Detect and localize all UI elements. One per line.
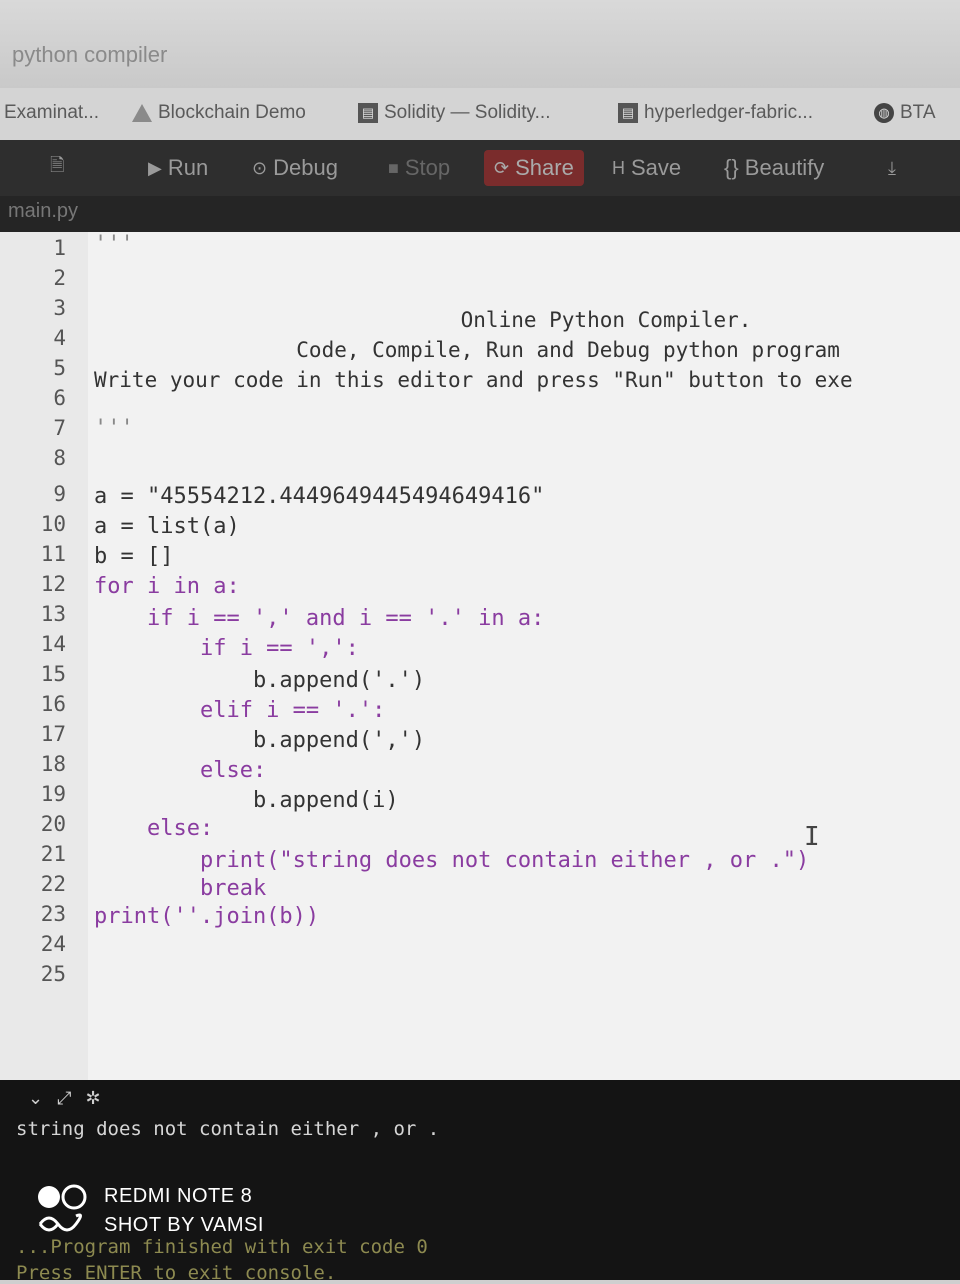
save-button[interactable]: H Save	[612, 150, 681, 186]
chevron-down-icon[interactable]: ⌄	[28, 1088, 43, 1109]
line-number: 21	[40, 842, 66, 866]
code-editor[interactable]: 1 2 3 4 5 6 7 8 9 10 11 12 13 14 15 16 1…	[0, 232, 960, 1080]
compiler-toolbar: 🗎 ▶ Run ⊙ Debug ■ Stop ⟳ Share H Save {}…	[0, 140, 960, 196]
line-number: 2	[53, 266, 66, 290]
code-line: b.append('.')	[94, 668, 426, 693]
line-number-gutter: 1 2 3 4 5 6 7 8 9 10 11 12 13 14 15 16 1…	[0, 232, 88, 1080]
code-line: if i == ',' and i == '.' in a:	[94, 606, 545, 631]
save-label: Save	[631, 155, 682, 180]
play-icon: ▶	[148, 157, 162, 178]
file-button[interactable]: 🗎	[50, 150, 64, 186]
run-label: Run	[167, 155, 209, 180]
console-output-text: string does not contain either , or .	[16, 1118, 440, 1140]
code-line: Write your code in this editor and press…	[94, 368, 853, 392]
text-cursor-icon: I	[804, 822, 820, 852]
line-number: 17	[40, 722, 66, 746]
debug-icon: ⊙	[252, 157, 268, 178]
globe-icon: ◍	[874, 103, 894, 123]
share-button[interactable]: ⟳ Share	[484, 150, 584, 186]
file-tab-main-py[interactable]: main.py	[8, 200, 78, 223]
code-line: '''	[94, 232, 134, 257]
line-number: 19	[40, 782, 66, 806]
line-number: 5	[53, 356, 66, 380]
code-line: else:	[94, 816, 214, 841]
line-number: 11	[40, 542, 66, 566]
stop-label: Stop	[404, 155, 451, 180]
settings-icon[interactable]: ✲	[86, 1088, 101, 1109]
line-number: 15	[40, 662, 66, 686]
share-icon: ⟳	[494, 157, 510, 178]
triangle-icon	[132, 104, 152, 122]
browser-tab-title[interactable]: python compiler	[12, 42, 167, 68]
line-number: 8	[53, 446, 66, 470]
browser-title-bar: python compiler	[0, 0, 960, 88]
code-line: print(''.join(b))	[94, 904, 320, 929]
output-console[interactable]: ⌄ ⤢ ✲ string does not contain either , o…	[0, 1080, 960, 1284]
code-line: for i in a:	[94, 574, 240, 599]
code-line: b.append(',')	[94, 728, 426, 753]
code-line: break	[94, 876, 267, 901]
line-number: 25	[40, 962, 66, 986]
code-line: b.append(i)	[94, 788, 399, 813]
line-number: 6	[53, 386, 66, 410]
code-line: Online Python Compiler.	[94, 308, 752, 332]
debug-button[interactable]: ⊙ Debug	[252, 150, 338, 186]
save-icon: H	[612, 157, 625, 178]
bookmark-label: Solidity — Solidity...	[384, 102, 551, 123]
expand-icon[interactable]: ⤢	[57, 1088, 71, 1109]
bookmark-examinat[interactable]: Examinat...	[4, 102, 99, 124]
watermark-device: REDMI NOTE 8	[104, 1185, 253, 1207]
stop-button[interactable]: ■ Stop	[388, 150, 450, 186]
bookmark-hyperledger-fabric[interactable]: ▤ hyperledger-fabric...	[618, 102, 813, 124]
bookmark-solidity[interactable]: ▤ Solidity — Solidity...	[358, 102, 550, 124]
share-label: Share	[515, 155, 574, 180]
bookmark-label: Examinat...	[4, 102, 100, 123]
download-icon: ⤓	[888, 157, 896, 178]
file-icon: 🗎	[50, 155, 65, 175]
code-line: if i == ',':	[94, 636, 359, 661]
document-icon: ▤	[358, 103, 378, 123]
line-number: 1	[53, 236, 66, 260]
code-line: '''	[94, 416, 134, 441]
bookmark-blockchain-demo[interactable]: Blockchain Demo	[132, 102, 306, 124]
download-button[interactable]: ⤓	[888, 150, 896, 186]
watermark-author: SHOT BY VAMSI	[104, 1214, 264, 1236]
console-toolbar: ⌄ ⤢ ✲	[28, 1088, 101, 1109]
debug-label: Debug	[273, 155, 338, 180]
bookmark-bta[interactable]: ◍ BTA	[874, 102, 936, 124]
code-line: a = list(a)	[94, 514, 240, 539]
line-number: 18	[40, 752, 66, 776]
line-number: 9	[53, 482, 66, 506]
line-number: 16	[40, 692, 66, 716]
document-icon: ▤	[618, 103, 638, 123]
code-line: else:	[94, 758, 267, 783]
code-line: a = "45554212.4449649445494649416"	[94, 484, 545, 509]
stop-icon: ■	[388, 157, 399, 178]
line-number: 4	[53, 326, 66, 350]
line-number: 14	[40, 632, 66, 656]
file-tab-bar: main.py	[0, 196, 960, 232]
code-line: b = []	[94, 544, 174, 569]
run-button[interactable]: ▶ Run	[148, 150, 208, 186]
line-number: 22	[40, 872, 66, 896]
line-number: 24	[40, 932, 66, 956]
line-number: 12	[40, 572, 66, 596]
code-line: elif i == '.':	[94, 698, 386, 723]
line-number: 10	[40, 512, 66, 536]
bookmark-label: BTA	[900, 102, 936, 123]
bookmark-label: hyperledger-fabric...	[644, 102, 813, 123]
line-number: 20	[40, 812, 66, 836]
bookmarks-bar: Examinat... Blockchain Demo ▤ Solidity —…	[0, 88, 960, 141]
beautify-label: {} Beautify	[724, 155, 825, 180]
line-number: 23	[40, 902, 66, 926]
code-line: Code, Compile, Run and Debug python prog…	[94, 338, 840, 362]
bookmark-label: Blockchain Demo	[158, 102, 306, 123]
beautify-button[interactable]: {} Beautify	[724, 150, 824, 186]
camera-logo-icon	[38, 1184, 87, 1232]
line-number: 7	[53, 416, 66, 440]
console-press-enter-text: Press ENTER to exit console.	[16, 1262, 337, 1284]
code-line: print("string does not contain either , …	[94, 848, 810, 873]
line-number: 3	[53, 296, 66, 320]
line-number: 13	[40, 602, 66, 626]
